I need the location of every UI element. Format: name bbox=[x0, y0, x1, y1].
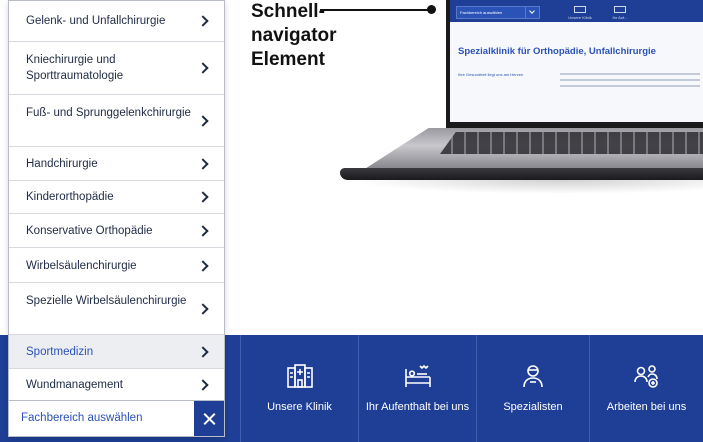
laptop-shadow bbox=[350, 180, 703, 194]
chevron-right-icon bbox=[197, 225, 209, 237]
quicknav-item-label: Kniechirurgie und Sporttraumatologie bbox=[26, 54, 124, 82]
chevron-down-icon bbox=[525, 7, 539, 18]
screen-select-value: Fachbereich auswählen bbox=[460, 10, 503, 15]
screen-text-line bbox=[560, 85, 700, 87]
nav-item-arbeiten-bei-uns[interactable]: Arbeiten bei uns bbox=[589, 335, 703, 442]
screen-text-line bbox=[560, 73, 700, 75]
laptop-keys bbox=[440, 132, 703, 154]
quicknav-item-label: Handchirurgie bbox=[26, 158, 98, 170]
laptop-illustration: Fachbereich auswählen Unsere Klinik Ihr … bbox=[340, 0, 703, 200]
quicknav-item-wirbelsaeulenchirurgie[interactable]: Wirbelsäulenchirurgie bbox=[9, 248, 224, 283]
chevron-right-icon bbox=[197, 115, 209, 127]
hospital-icon bbox=[286, 364, 313, 388]
quicknav-item-sportmedizin[interactable]: Sportmedizin bbox=[9, 335, 224, 369]
screen-topbar: Fachbereich auswählen Unsere Klinik Ihr … bbox=[450, 0, 703, 22]
nav-item-label: Ihr Aufenthalt bei uns bbox=[365, 401, 470, 413]
nav-item-label: Unsere Klinik bbox=[267, 401, 332, 413]
laptop-screen: Fachbereich auswählen Unsere Klinik Ihr … bbox=[446, 0, 703, 128]
chevron-right-icon bbox=[197, 158, 209, 170]
quicknav-item-label: Spezielle Wirbelsäulenchirurgie bbox=[26, 295, 187, 307]
annotation-pointer-dot bbox=[427, 5, 436, 14]
chevron-right-icon bbox=[197, 346, 209, 358]
quicknav-dropdown-panel: Gelenk- und Unfallchirurgie Kniechirurgi… bbox=[8, 0, 225, 437]
quicknav-item-label: Konservative Orthopädie bbox=[26, 225, 153, 237]
quicknav-item-spezielle-wirbelsaeulenchirurgie[interactable]: Spezielle Wirbelsäulenchirurgie bbox=[9, 283, 224, 335]
chevron-right-icon bbox=[197, 15, 209, 27]
quicknav-item-label: Wundmanagement bbox=[26, 379, 123, 391]
annotation-pointer-line bbox=[320, 9, 432, 11]
quicknav-item-gelenk-unfallchirurgie[interactable]: Gelenk- und Unfallchirurgie bbox=[9, 1, 224, 42]
annotation-line-3: Element bbox=[251, 49, 325, 70]
nav-item-ihr-aufenthalt[interactable]: Ihr Aufenthalt bei uns bbox=[358, 335, 476, 442]
nav-item-unsere-klinik[interactable]: Unsere Klinik bbox=[240, 335, 358, 442]
quicknav-item-label: Sportmedizin bbox=[26, 346, 94, 358]
quicknav-item-fuss-sprunggelenk[interactable]: Fuß- und Sprunggelenkchirurgie bbox=[9, 95, 224, 147]
quicknav-item-label: Wirbelsäulenchirurgie bbox=[26, 260, 137, 272]
quicknav-item-handchirurgie[interactable]: Handchirurgie bbox=[9, 147, 224, 181]
chevron-right-icon bbox=[197, 379, 209, 391]
doctor-icon bbox=[523, 365, 543, 388]
nav-item-label: Spezialisten bbox=[503, 401, 563, 413]
quicknav-item-kinderorthopaedie[interactable]: Kinderorthopädie bbox=[9, 181, 224, 214]
chevron-right-icon bbox=[197, 62, 209, 74]
screen-nav-item: Ihr Auf... bbox=[602, 6, 638, 20]
quicknav-item-kniechirurgie[interactable]: Kniechirurgie und Sporttraumatologie bbox=[9, 42, 224, 95]
quicknav-item-label: Fuß- und Sprunggelenkchirurgie bbox=[26, 107, 191, 119]
close-icon[interactable] bbox=[194, 401, 224, 436]
quicknav-item-label: Kinderorthopädie bbox=[26, 191, 114, 203]
quicknav-item-label: Gelenk- und Unfallchirurgie bbox=[26, 15, 166, 27]
laptop-base bbox=[340, 168, 703, 180]
screen-quicknav-select: Fachbereich auswählen bbox=[456, 6, 540, 19]
screen-nav-item: Unsere Klinik bbox=[562, 6, 598, 20]
screen-subline: Ihre Gesundheit liegt uns am Herzen bbox=[458, 72, 524, 77]
chevron-right-icon bbox=[197, 260, 209, 272]
bed-icon bbox=[404, 364, 431, 387]
quicknav-select-label: Fachbereich auswählen bbox=[21, 412, 143, 424]
chevron-right-icon bbox=[197, 191, 209, 203]
nav-item-spezialisten[interactable]: Spezialisten bbox=[476, 335, 589, 442]
chevron-right-icon bbox=[197, 303, 209, 315]
annotation-line-2: navigator bbox=[251, 25, 337, 46]
screen-headline: Spezialklinik für Orthopädie, Unfallchir… bbox=[458, 46, 656, 57]
quicknav-select-field[interactable]: Fachbereich auswählen bbox=[8, 400, 225, 437]
screen-text-line bbox=[560, 79, 700, 81]
annotation-line-1: Schnell- bbox=[251, 1, 325, 22]
quicknav-item-konservative-orthopaedie[interactable]: Konservative Orthopädie bbox=[9, 214, 224, 248]
nav-item-label: Arbeiten bei uns bbox=[606, 401, 687, 413]
team-icon bbox=[633, 365, 658, 388]
laptop-screen-content: Fachbereich auswählen Unsere Klinik Ihr … bbox=[450, 0, 703, 122]
quicknav-item-wundmanagement[interactable]: Wundmanagement bbox=[9, 369, 224, 401]
